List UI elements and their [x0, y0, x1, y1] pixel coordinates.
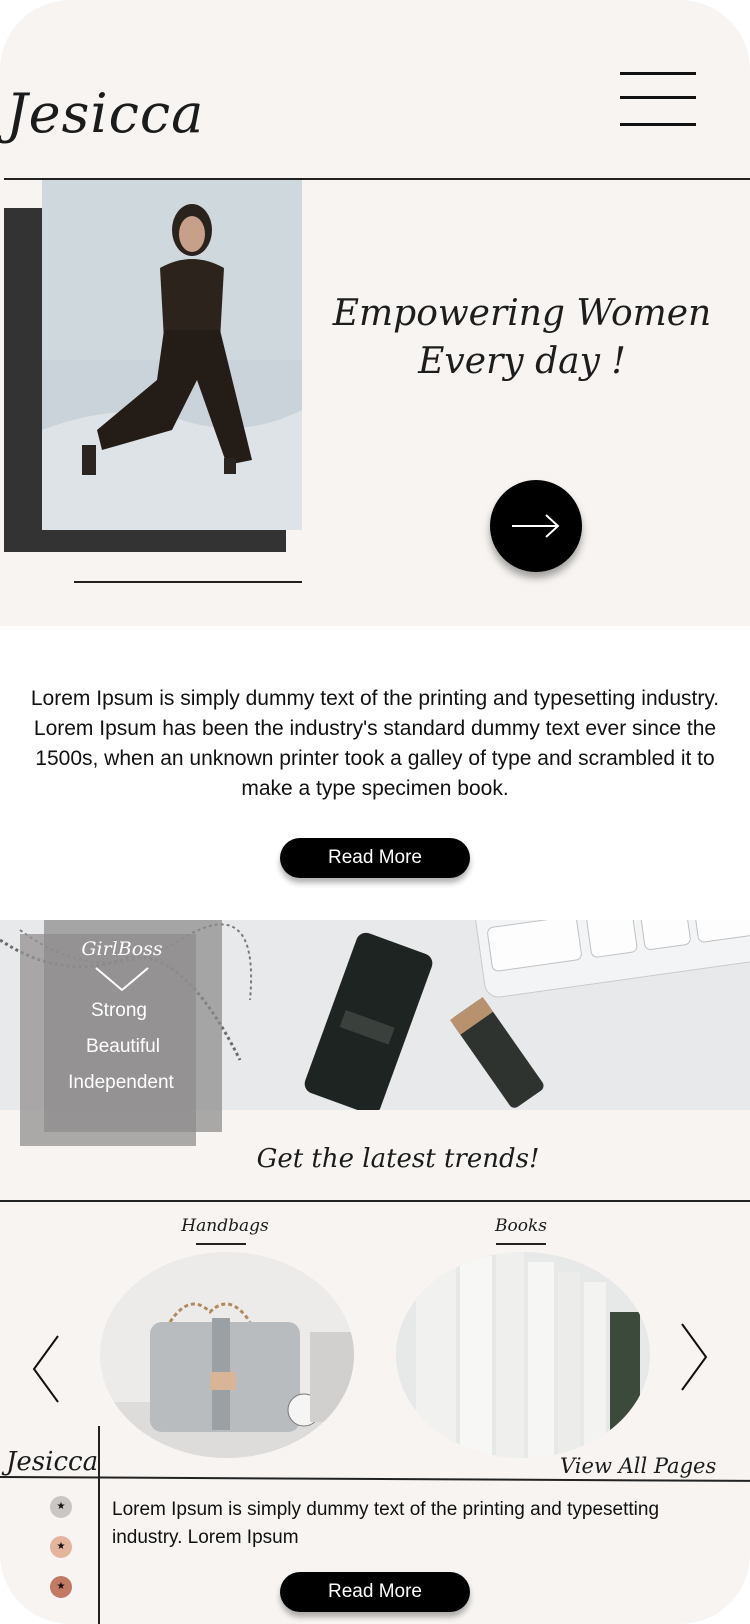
footer-vertical-divider	[98, 1426, 100, 1624]
category-card-handbags[interactable]	[100, 1252, 354, 1458]
chevron-down-icon	[95, 967, 149, 992]
category-underline	[196, 1243, 246, 1245]
star-icon[interactable]: ★	[50, 1576, 72, 1598]
read-more-button[interactable]: Read More	[280, 838, 470, 878]
girlboss-title: GirlBoss	[81, 938, 163, 960]
category-underline	[496, 1243, 546, 1245]
girlboss-item-independent: Independent	[68, 1072, 174, 1093]
intro-text: Lorem Ipsum is simply dummy text of the …	[30, 687, 720, 800]
hero-title: Empowering Women Every day !	[332, 293, 712, 382]
arrow-right-icon[interactable]	[490, 480, 582, 572]
star-icon[interactable]: ★	[50, 1496, 72, 1518]
chevron-left-icon[interactable]	[30, 1334, 62, 1404]
brand-logo[interactable]: Jesicca	[6, 82, 204, 145]
trends-divider	[0, 1200, 750, 1202]
page: Jesicca Empowering Women Every day ! Lor…	[0, 0, 750, 1624]
hero-underline	[74, 581, 302, 583]
category-card-books[interactable]	[396, 1252, 650, 1458]
footer-read-more-button[interactable]: Read More	[280, 1572, 470, 1612]
girlboss-item-strong: Strong	[91, 1000, 147, 1021]
category-label-handbags: Handbags	[181, 1216, 269, 1236]
intro-section: Lorem Ipsum is simply dummy text of the …	[0, 626, 750, 920]
chevron-right-icon[interactable]	[678, 1322, 710, 1392]
view-all-pages-link[interactable]: View All Pages	[560, 1454, 750, 1478]
footer-logo[interactable]: Jesicca	[6, 1447, 98, 1477]
footer-text: Lorem Ipsum is simply dummy text of the …	[112, 1499, 660, 1548]
trends-title: Get the latest trends!	[256, 1144, 540, 1174]
girlboss-item-beautiful: Beautiful	[86, 1036, 160, 1057]
category-label-books: Books	[495, 1216, 547, 1236]
hamburger-menu-icon[interactable]	[620, 72, 696, 130]
hero-photo	[42, 180, 302, 530]
star-icon[interactable]: ★	[50, 1536, 72, 1558]
